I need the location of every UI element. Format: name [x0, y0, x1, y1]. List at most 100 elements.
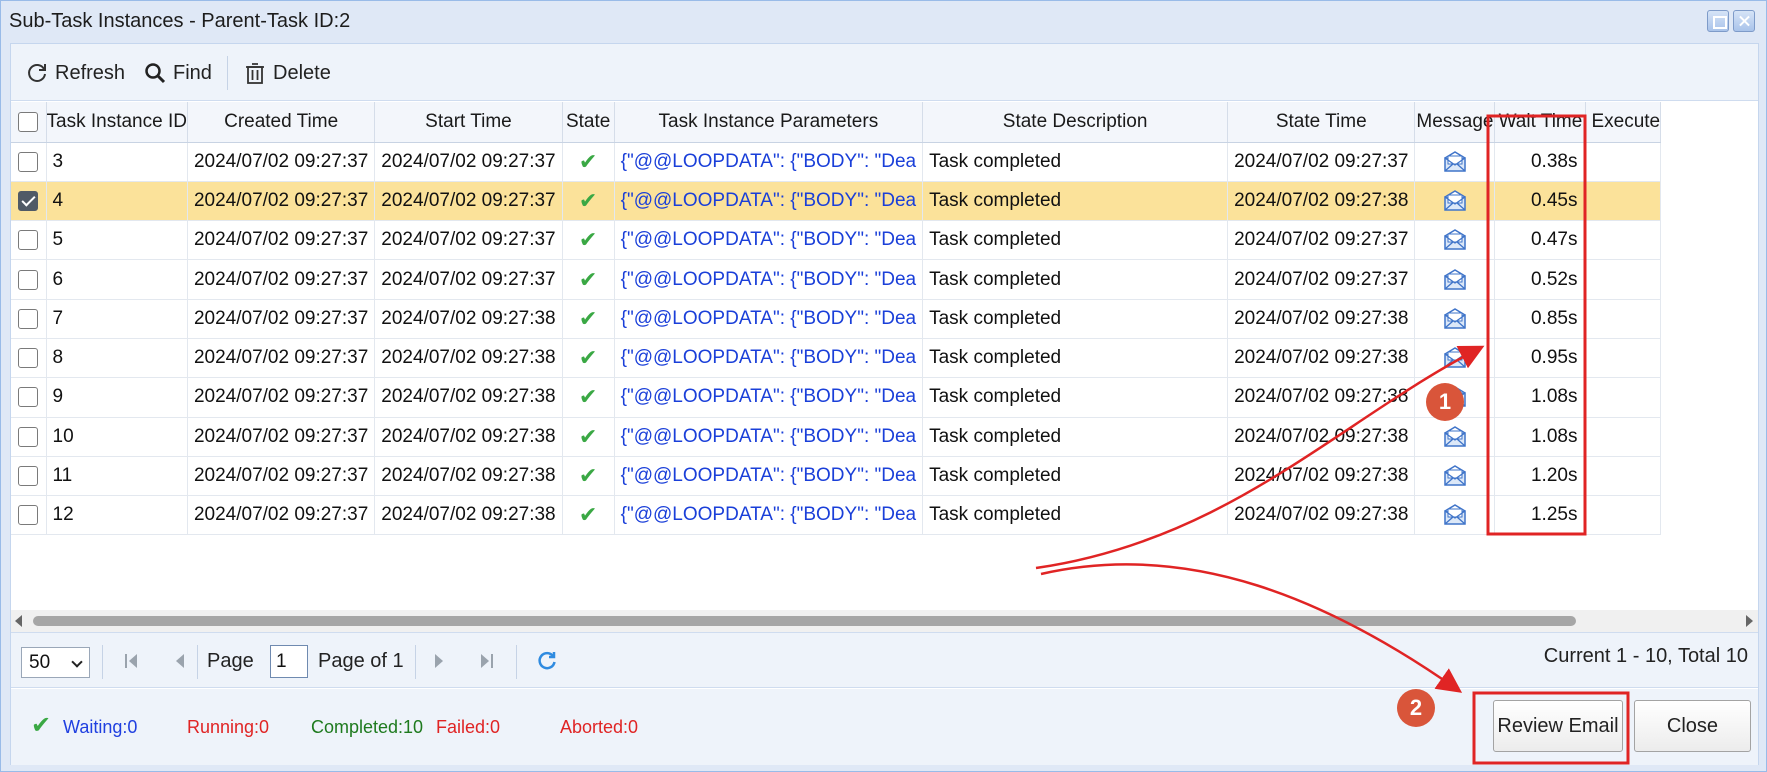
scrollbar-thumb[interactable]	[33, 616, 1576, 626]
table-row[interactable]: 11 2024/07/02 09:27:37 2024/07/02 09:27:38…	[11, 456, 1662, 497]
mail-icon[interactable]	[1443, 504, 1467, 526]
horizontal-scrollbar[interactable]	[11, 610, 1758, 632]
select-all-checkbox[interactable]	[18, 111, 39, 132]
mail-icon[interactable]	[1443, 268, 1467, 291]
col-header-created[interactable]: Created Time	[187, 102, 376, 143]
row-checkbox[interactable]	[18, 505, 39, 526]
col-header-params[interactable]: Task Instance Parameters	[614, 102, 924, 143]
cell-state: ✔	[562, 338, 615, 379]
row-checkbox-cell[interactable]	[11, 417, 47, 457]
delete-button[interactable]: Delete	[243, 58, 331, 88]
table-row[interactable]: 12 2024/07/02 09:27:37 2024/07/02 09:27:38…	[11, 495, 1662, 536]
row-checkbox-cell[interactable]	[11, 299, 47, 339]
prev-page-icon[interactable]	[174, 653, 186, 669]
table-row[interactable]: 4 2024/07/02 09:27:37 2024/07/02 09:27:37 ✔…	[11, 181, 1662, 222]
next-page-icon[interactable]	[433, 653, 445, 669]
col-header-message[interactable]: Message	[1414, 102, 1496, 143]
row-checkbox[interactable]	[18, 348, 39, 369]
mail-icon[interactable]	[1443, 465, 1467, 487]
mail-icon[interactable]	[1443, 425, 1467, 448]
cell-params[interactable]: {"@@LOOPDATA": {"BODY": "Dea	[614, 259, 924, 300]
col-header-wait[interactable]: Wait Time	[1494, 102, 1587, 143]
window-close-button[interactable]	[1733, 10, 1755, 32]
mail-icon[interactable]	[1443, 229, 1467, 251]
cell-wait: 0.38s	[1494, 142, 1587, 182]
row-checkbox[interactable]	[18, 269, 39, 290]
col-header-start[interactable]: Start Time	[374, 102, 563, 143]
select-all-checkbox-cell[interactable]	[11, 102, 47, 143]
find-button[interactable]: Find	[143, 58, 212, 88]
cell-params[interactable]: {"@@LOOPDATA": {"BODY": "Dea	[614, 220, 924, 261]
col-header-state-desc[interactable]: State Description	[922, 102, 1229, 143]
table-row[interactable]: 9 2024/07/02 09:27:37 2024/07/02 09:27:38 ✔…	[11, 377, 1662, 418]
cell-params[interactable]: {"@@LOOPDATA": {"BODY": "Dea	[614, 495, 924, 536]
check-icon: ✔	[578, 148, 598, 174]
cell-params[interactable]: {"@@LOOPDATA": {"BODY": "Dea	[614, 377, 924, 418]
col-header-id[interactable]: Task Instance ID	[46, 102, 188, 143]
refresh-button[interactable]: Refresh	[25, 58, 125, 88]
scroll-left-icon[interactable]	[15, 615, 22, 627]
col-header-execute[interactable]: Execute	[1585, 102, 1662, 143]
table-row[interactable]: 8 2024/07/02 09:27:37 2024/07/02 09:27:38 ✔…	[11, 338, 1662, 379]
mail-icon[interactable]	[1443, 307, 1467, 330]
row-checkbox[interactable]	[18, 230, 39, 251]
table-row[interactable]: 7 2024/07/02 09:27:37 2024/07/02 09:27:38 ✔…	[11, 299, 1662, 339]
cell-params[interactable]: {"@@LOOPDATA": {"BODY": "Dea	[614, 338, 924, 379]
cell-params[interactable]: {"@@LOOPDATA": {"BODY": "Dea	[614, 142, 924, 182]
cell-message[interactable]	[1414, 377, 1496, 418]
mail-icon[interactable]	[1443, 190, 1467, 212]
last-page-icon[interactable]	[479, 653, 493, 669]
cell-state: ✔	[562, 142, 615, 182]
page-size-select[interactable]: 50	[21, 647, 90, 678]
cell-id: 8	[46, 338, 188, 379]
cell-execute	[1585, 456, 1662, 497]
table-header: Task Instance ID Created Time Start Time…	[11, 102, 1662, 143]
cell-message[interactable]	[1414, 456, 1496, 497]
table-row[interactable]: 10 2024/07/02 09:27:37 2024/07/02 09:27:38…	[11, 417, 1662, 457]
row-checkbox-cell[interactable]	[11, 220, 47, 261]
row-checkbox-cell[interactable]	[11, 338, 47, 379]
table-row[interactable]: 6 2024/07/02 09:27:37 2024/07/02 09:27:37 ✔…	[11, 259, 1662, 300]
cell-params[interactable]: {"@@LOOPDATA": {"BODY": "Dea	[614, 181, 924, 222]
toolbar-separator	[227, 56, 228, 90]
mail-icon[interactable]	[1443, 386, 1467, 408]
cell-params[interactable]: {"@@LOOPDATA": {"BODY": "Dea	[614, 456, 924, 497]
cell-params[interactable]: {"@@LOOPDATA": {"BODY": "Dea	[614, 299, 924, 339]
status-failed: Failed:0	[436, 717, 501, 737]
maximize-button[interactable]	[1707, 10, 1729, 32]
mail-icon[interactable]	[1443, 150, 1467, 173]
row-checkbox[interactable]	[18, 426, 39, 447]
row-checkbox-cell[interactable]	[11, 456, 47, 497]
cell-message[interactable]	[1414, 417, 1496, 457]
cell-message[interactable]	[1414, 495, 1496, 536]
row-checkbox-cell[interactable]	[11, 495, 47, 536]
col-header-state-time[interactable]: State Time	[1227, 102, 1416, 143]
col-header-state[interactable]: State	[562, 102, 615, 143]
row-checkbox[interactable]	[18, 151, 39, 172]
page-number-input[interactable]: 1	[270, 645, 308, 678]
check-icon: ✔	[31, 712, 52, 739]
scroll-right-icon[interactable]	[1746, 615, 1753, 627]
reload-icon[interactable]	[536, 650, 558, 672]
close-button[interactable]: Close	[1634, 700, 1751, 752]
first-page-icon[interactable]	[125, 653, 139, 669]
cell-message[interactable]	[1414, 259, 1496, 300]
row-checkbox[interactable]	[18, 190, 39, 211]
cell-message[interactable]	[1414, 142, 1496, 182]
cell-message[interactable]	[1414, 220, 1496, 261]
row-checkbox[interactable]	[18, 308, 39, 329]
cell-message[interactable]	[1414, 181, 1496, 222]
row-checkbox-cell[interactable]	[11, 181, 47, 222]
table-row[interactable]: 3 2024/07/02 09:27:37 2024/07/02 09:27:37 ✔…	[11, 142, 1662, 182]
review-email-button[interactable]: Review Email	[1493, 700, 1623, 752]
cell-message[interactable]	[1414, 299, 1496, 339]
cell-message[interactable]	[1414, 338, 1496, 379]
row-checkbox[interactable]	[18, 466, 39, 486]
row-checkbox-cell[interactable]	[11, 259, 47, 300]
table-row[interactable]: 5 2024/07/02 09:27:37 2024/07/02 09:27:37 ✔…	[11, 220, 1662, 261]
row-checkbox[interactable]	[18, 387, 39, 408]
row-checkbox-cell[interactable]	[11, 142, 47, 182]
mail-icon[interactable]	[1443, 347, 1467, 369]
row-checkbox-cell[interactable]	[11, 377, 47, 418]
cell-params[interactable]: {"@@LOOPDATA": {"BODY": "Dea	[614, 417, 924, 457]
